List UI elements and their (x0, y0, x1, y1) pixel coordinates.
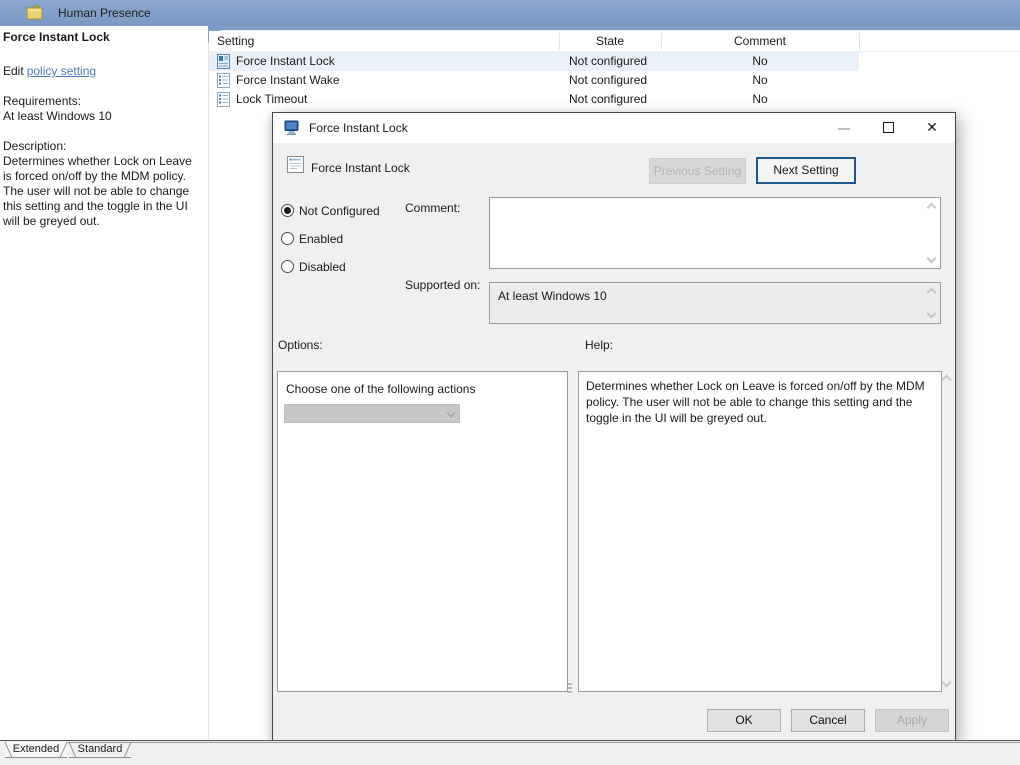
policy-icon (217, 92, 230, 107)
description-label: Description: (3, 139, 66, 153)
row-comment: No (661, 73, 859, 87)
column-header-setting[interactable]: Setting (217, 34, 254, 48)
supported-on-field[interactable]: At least Windows 10 (489, 282, 941, 324)
previous-setting-button[interactable]: Previous Setting (649, 158, 746, 184)
header-band (0, 0, 1020, 26)
policy-detail-pane: Force Instant Lock Editpolicy setting Re… (0, 26, 208, 740)
dialog-title: Force Instant Lock (309, 121, 408, 135)
column-header-state[interactable]: State (559, 34, 661, 48)
edit-policy-line: Editpolicy setting (3, 64, 96, 78)
row-setting-name: Lock Timeout (236, 92, 307, 106)
radio-not-configured-label[interactable]: Not Configured (299, 204, 380, 218)
close-button[interactable]: ✕ (915, 113, 949, 142)
folder-icon (26, 5, 44, 20)
scroll-up-icon[interactable] (927, 203, 937, 213)
dialog-titlebar[interactable]: Force Instant Lock ✕ (273, 113, 955, 143)
maximize-button[interactable] (871, 113, 905, 142)
scroll-down-icon[interactable] (927, 309, 937, 319)
column-header-comment[interactable]: Comment (661, 34, 859, 48)
radio-enabled[interactable] (281, 232, 294, 245)
table-row[interactable]: Lock Timeout Not configured No (209, 90, 859, 109)
tab-extended[interactable]: Extended (5, 742, 67, 758)
row-comment: No (661, 54, 859, 68)
minimize-icon (838, 128, 850, 130)
scroll-down-icon[interactable] (942, 678, 952, 688)
cancel-button[interactable]: Cancel (791, 709, 865, 732)
comment-label: Comment: (405, 201, 460, 215)
row-state: Not configured (569, 73, 647, 87)
column-divider[interactable] (859, 33, 860, 50)
chevron-down-icon (447, 409, 455, 417)
help-panel: Determines whether Lock on Leave is forc… (578, 371, 942, 692)
maximize-icon (883, 122, 894, 133)
table-row[interactable]: Force Instant Lock Not configured No (209, 52, 859, 71)
requirements-value: At least Windows 10 (3, 109, 112, 123)
edit-prefix: Edit (3, 64, 24, 78)
help-label: Help: (585, 338, 613, 352)
radio-disabled[interactable] (281, 260, 294, 273)
next-setting-button[interactable]: Next Setting (756, 157, 856, 184)
action-dropdown[interactable] (284, 404, 460, 423)
supported-on-label: Supported on: (405, 278, 480, 292)
folder-title: Human Presence (58, 6, 151, 20)
help-text: Determines whether Lock on Leave is forc… (586, 378, 934, 426)
table-row[interactable]: Force Instant Wake Not configured No (209, 71, 859, 90)
apply-button[interactable]: Apply (875, 709, 949, 732)
row-setting-name: Force Instant Wake (236, 73, 340, 87)
radio-enabled-label[interactable]: Enabled (299, 232, 343, 246)
row-comment: No (661, 92, 859, 106)
options-panel: Choose one of the following actions (277, 371, 568, 692)
tab-strip-line (64, 742, 1020, 743)
panel-splitter[interactable] (568, 683, 572, 693)
ok-button[interactable]: OK (707, 709, 781, 732)
gpedit-window: Human Presence Force Instant Lock Editpo… (0, 0, 1020, 765)
radio-not-configured[interactable] (281, 204, 294, 217)
minimize-button[interactable] (827, 113, 861, 142)
computer-policy-icon (284, 120, 301, 136)
radio-disabled-label[interactable]: Disabled (299, 260, 346, 274)
scroll-down-icon[interactable] (927, 254, 937, 264)
row-state: Not configured (569, 92, 647, 106)
options-label: Options: (278, 338, 323, 352)
setting-icon (287, 156, 304, 173)
comment-textarea[interactable] (489, 197, 941, 269)
table-header: Setting State Comment (209, 31, 1020, 52)
policy-icon (217, 54, 230, 69)
view-tab-strip: Extended Standard (0, 741, 1020, 765)
supported-on-value: At least Windows 10 (498, 289, 607, 303)
scroll-up-icon[interactable] (942, 375, 952, 385)
tab-standard[interactable]: Standard (69, 742, 131, 758)
policy-icon (217, 73, 230, 88)
requirements-label: Requirements: (3, 94, 81, 108)
dialog-setting-name: Force Instant Lock (311, 161, 410, 175)
options-instruction: Choose one of the following actions (286, 382, 475, 396)
close-icon: ✕ (926, 119, 938, 135)
policy-setting-link[interactable]: policy setting (27, 64, 96, 78)
policy-dialog: Force Instant Lock ✕ Force Instant Lock … (272, 112, 956, 741)
selected-policy-title: Force Instant Lock (3, 30, 110, 44)
description-text: Determines whether Lock on Leave is forc… (3, 154, 202, 229)
row-setting-name: Force Instant Lock (236, 54, 335, 68)
row-state: Not configured (569, 54, 647, 68)
scroll-up-icon[interactable] (927, 288, 937, 298)
